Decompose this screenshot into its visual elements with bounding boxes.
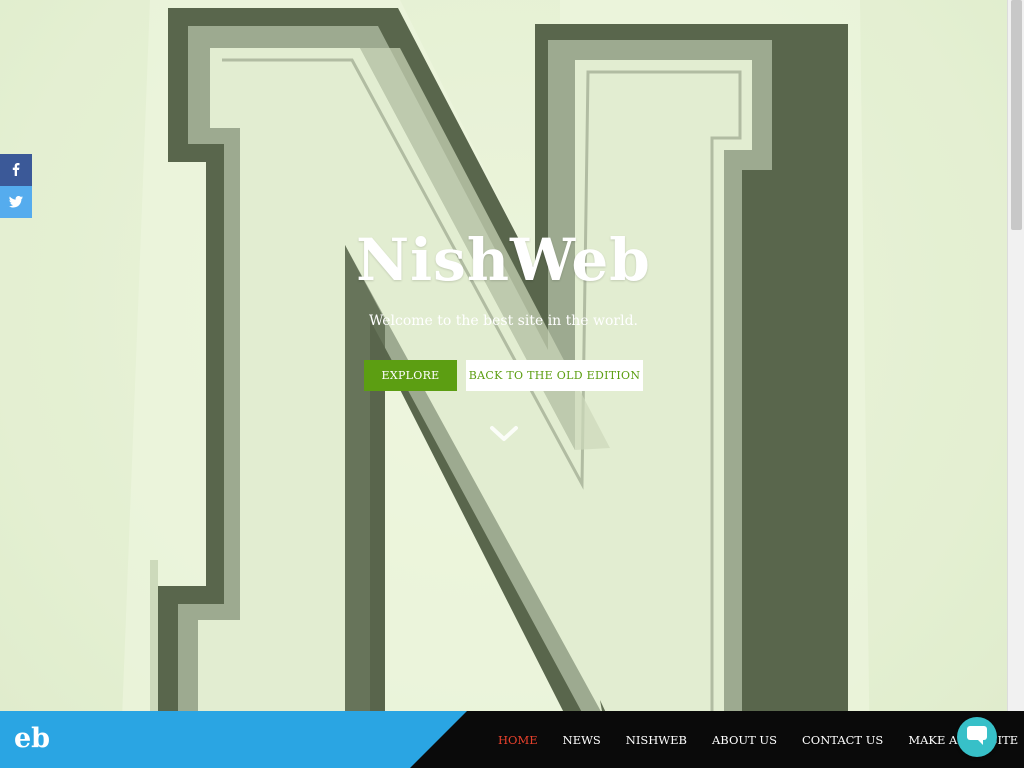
nav-item-contact-us[interactable]: CONTACT US bbox=[802, 733, 883, 747]
nav-item-nishweb[interactable]: NISHWEB bbox=[626, 733, 687, 747]
chat-button[interactable] bbox=[957, 717, 997, 757]
bottom-navigation-bar: eb HOME NEWS NISHWEB ABOUT US CONTACT US… bbox=[0, 711, 1024, 768]
scrollbar-thumb[interactable] bbox=[1011, 0, 1022, 230]
explore-button[interactable]: EXPLORE bbox=[364, 360, 457, 391]
brand-panel bbox=[0, 711, 467, 768]
nav-item-home[interactable]: HOME bbox=[498, 733, 538, 747]
old-edition-button[interactable]: BACK TO THE OLD EDITION bbox=[466, 360, 643, 391]
nav-item-news[interactable]: NEWS bbox=[563, 733, 601, 747]
site-title: NishWeb bbox=[356, 226, 651, 294]
main-nav-menu: HOME NEWS NISHWEB ABOUT US CONTACT US MA… bbox=[498, 711, 1024, 768]
facebook-icon bbox=[10, 161, 22, 180]
nav-item-about-us[interactable]: ABOUT US bbox=[712, 733, 777, 747]
twitter-icon bbox=[9, 193, 23, 212]
facebook-share-button[interactable] bbox=[0, 154, 32, 186]
site-logo[interactable]: eb bbox=[14, 723, 50, 754]
site-tagline: Welcome to the best site in the world. bbox=[368, 313, 639, 329]
vertical-scrollbar[interactable] bbox=[1007, 0, 1024, 768]
chevron-down-icon[interactable] bbox=[489, 424, 519, 448]
chat-bubble-icon bbox=[967, 725, 987, 749]
twitter-share-button[interactable] bbox=[0, 186, 32, 218]
